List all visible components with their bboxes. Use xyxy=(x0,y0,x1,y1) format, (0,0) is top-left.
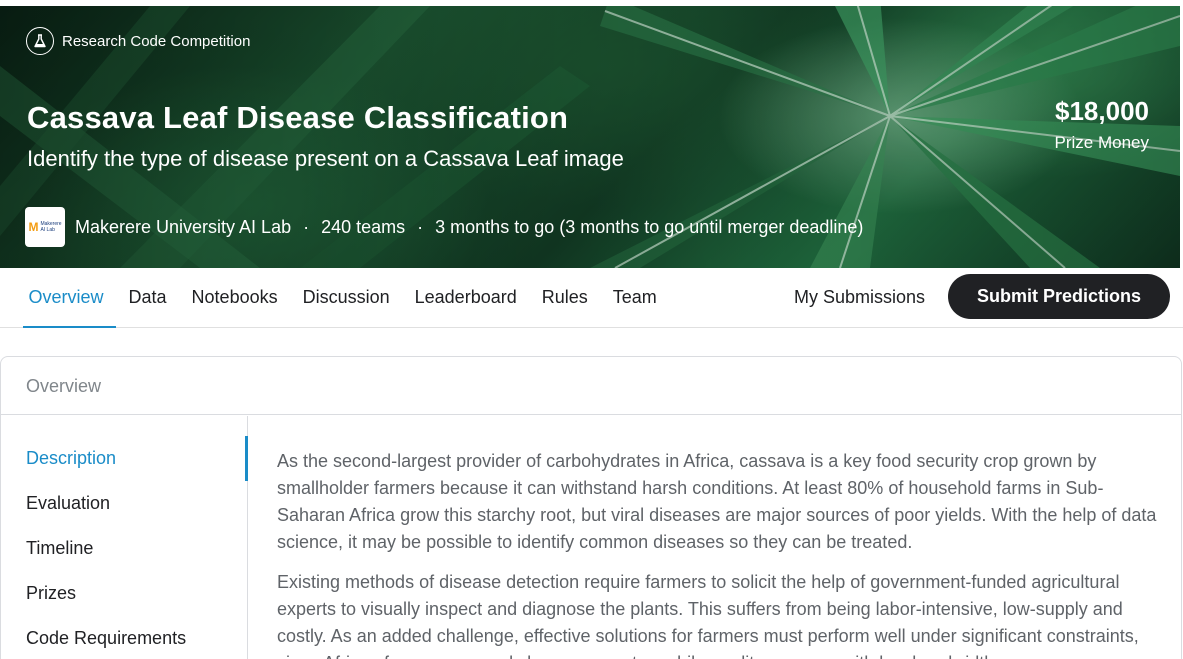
host-logo[interactable]: M Makerere AI Lab xyxy=(25,207,65,247)
prize-label: Prize Money xyxy=(1054,133,1149,152)
host-name[interactable]: Makerere University AI Lab xyxy=(75,217,291,238)
overview-sidenav: Description Evaluation Timeline Prizes C… xyxy=(1,416,248,659)
nav-item-description[interactable]: Description xyxy=(1,436,248,481)
deadline-text: 3 months to go (3 months to go until mer… xyxy=(435,216,864,237)
separator-dot: · xyxy=(417,216,424,237)
competition-tabbar: Overview Data Notebooks Discussion Leade… xyxy=(0,268,1183,328)
nav-item-code-requirements[interactable]: Code Requirements xyxy=(1,616,248,659)
tab-overview[interactable]: Overview xyxy=(16,268,117,328)
description-content: As the second-largest provider of carboh… xyxy=(277,448,1157,659)
nav-item-prizes[interactable]: Prizes xyxy=(1,571,248,616)
separator-dot: · xyxy=(303,216,310,237)
prize-block: $18,000 Prize Money xyxy=(1055,96,1149,153)
team-count[interactable]: 240 teams xyxy=(321,217,405,238)
flask-icon xyxy=(26,27,54,55)
my-submissions-link[interactable]: My Submissions xyxy=(794,268,925,326)
overview-heading: Overview xyxy=(1,357,1181,415)
tab-leaderboard[interactable]: Leaderboard xyxy=(402,268,529,328)
competition-subtitle: Identify the type of disease present on … xyxy=(27,146,624,171)
tab-list: Overview Data Notebooks Discussion Leade… xyxy=(16,268,669,328)
tab-rules[interactable]: Rules xyxy=(529,268,600,328)
submit-predictions-button[interactable]: Submit Predictions xyxy=(948,274,1170,319)
description-paragraph: As the second-largest provider of carboh… xyxy=(277,451,1157,552)
tab-notebooks[interactable]: Notebooks xyxy=(179,268,290,328)
competition-type: Research Code Competition xyxy=(26,27,250,55)
tab-team[interactable]: Team xyxy=(600,268,669,328)
nav-item-timeline[interactable]: Timeline xyxy=(1,526,248,571)
prize-amount: $18,000 xyxy=(1055,96,1149,126)
competition-title: Cassava Leaf Disease Classification xyxy=(27,100,569,135)
tab-data[interactable]: Data xyxy=(116,268,179,328)
tab-discussion[interactable]: Discussion xyxy=(290,268,402,328)
description-paragraph: Existing methods of disease detection re… xyxy=(277,572,1139,659)
competition-header: Research Code Competition Cassava Leaf D… xyxy=(0,6,1180,268)
competition-type-label: Research Code Competition xyxy=(62,32,251,50)
nav-item-evaluation[interactable]: Evaluation xyxy=(1,481,248,526)
host-info-row: M Makerere AI Lab Makerere University AI … xyxy=(25,207,863,247)
